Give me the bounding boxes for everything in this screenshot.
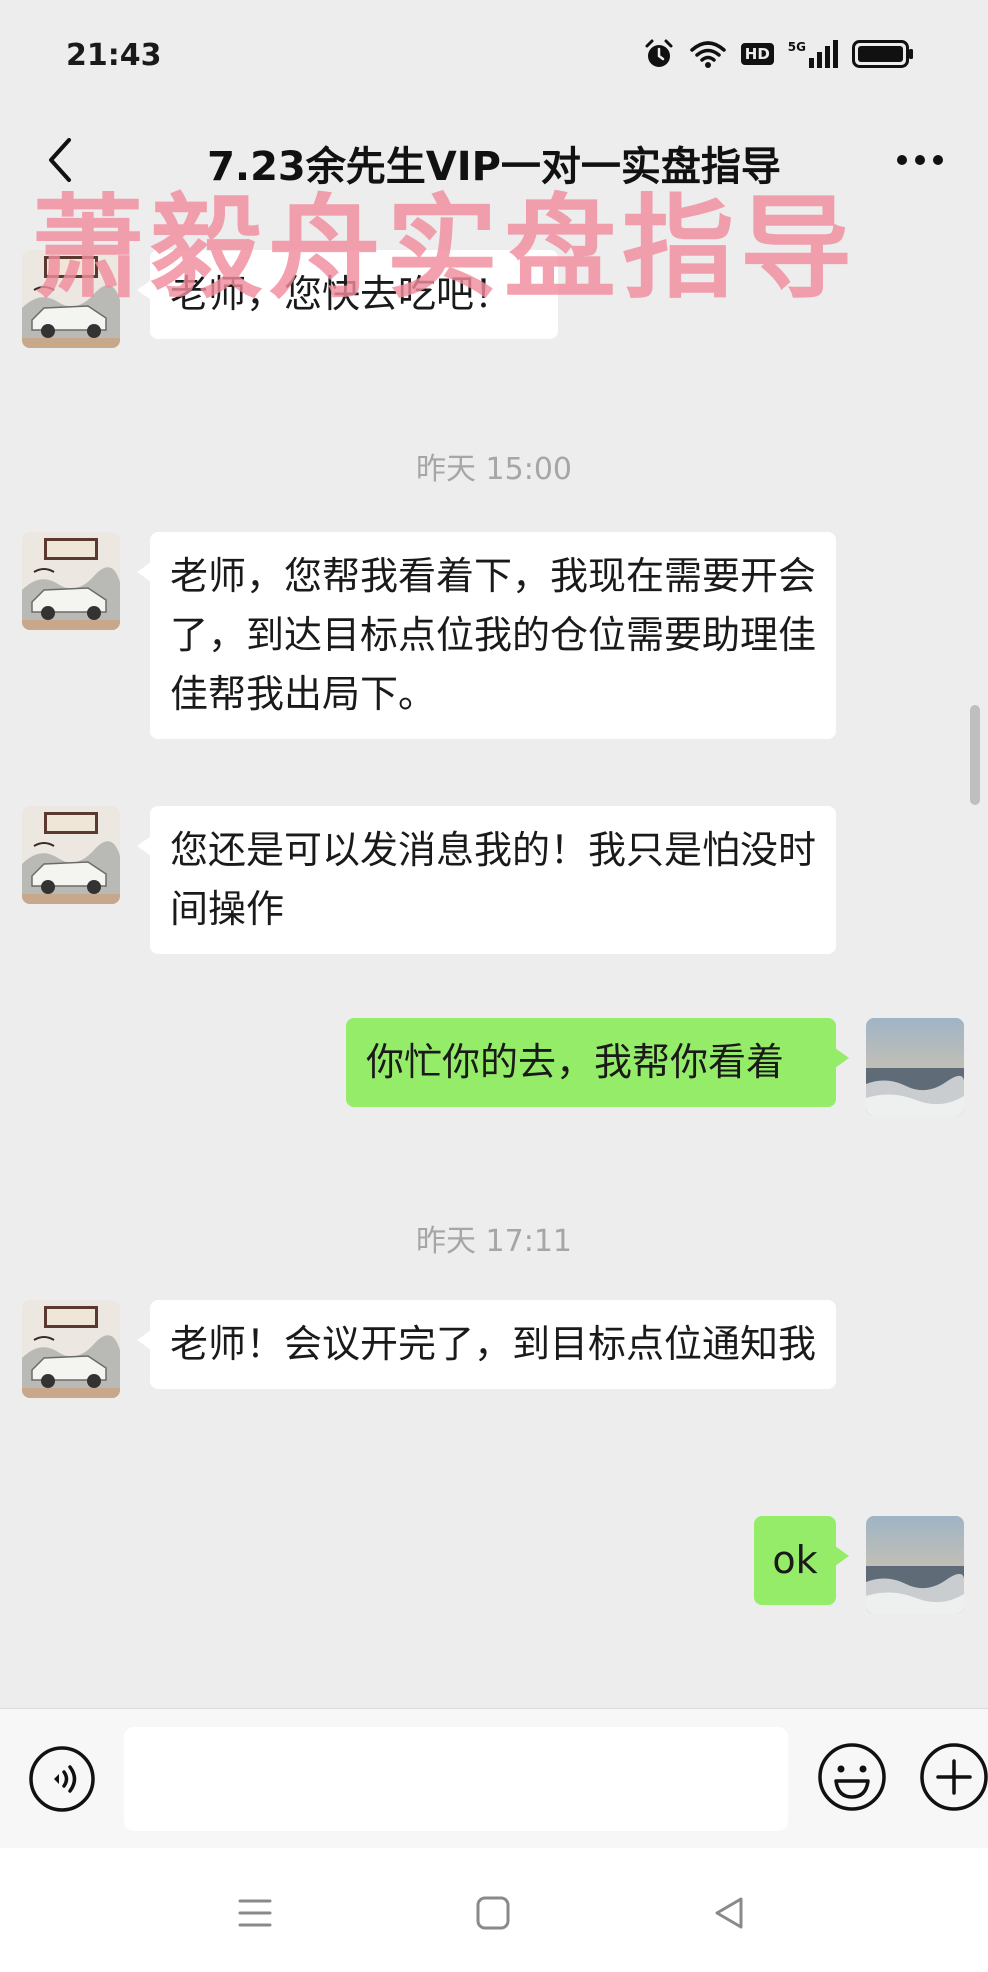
battery-icon: [852, 39, 914, 69]
scrollbar-thumb[interactable]: [970, 705, 980, 805]
home-icon: [476, 1896, 510, 1930]
contact-avatar[interactable]: [22, 250, 120, 348]
status-bar: 21:43 HD 5G: [0, 0, 988, 110]
message-bubble-outgoing[interactable]: ok: [754, 1516, 849, 1605]
contact-avatar[interactable]: [22, 532, 120, 630]
menu-icon: [238, 1899, 272, 1927]
status-icons: HD 5G: [643, 38, 914, 70]
hd-badge: HD: [740, 43, 774, 65]
chat-screen: 21:43 HD 5G 7.23余先生VIP一对一实盘指导 萧毅舟实盘指导 老师…: [0, 0, 988, 1972]
more-dots-icon: [897, 155, 943, 165]
message-timestamp: 昨天 15:00: [416, 452, 572, 487]
back-triangle-icon: [715, 1897, 743, 1929]
network-label: 5G: [787, 40, 806, 54]
plus-icon: [920, 1743, 988, 1811]
message-bubble-incoming[interactable]: 老师，您快去吃吧！: [137, 250, 558, 339]
message-bubble-incoming[interactable]: 老师，您帮我看着下，我现在需要开会了，到达目标点位我的仓位需要助理佳佳帮我出局下…: [137, 532, 836, 739]
my-avatar[interactable]: [866, 1516, 964, 1614]
wifi-icon: [689, 39, 727, 69]
contact-avatar[interactable]: [22, 1300, 120, 1398]
emoji-button[interactable]: [816, 1741, 888, 1813]
alarm-icon: [643, 38, 675, 70]
message-input[interactable]: [124, 1727, 788, 1831]
message-bubble-incoming[interactable]: 您还是可以发消息我的！我只是怕没时间操作: [137, 806, 836, 954]
system-back-button[interactable]: [704, 1888, 754, 1938]
message-timestamp: 昨天 17:11: [416, 1224, 572, 1259]
message-list[interactable]: 老师，您快去吃吧！ 昨天 15:00 老师，您帮我看着下，我现在需要开会了，到达…: [0, 210, 988, 1708]
status-time: 21:43: [66, 38, 162, 73]
more-functions-button[interactable]: [918, 1741, 988, 1813]
chat-title: 7.23余先生VIP一对一实盘指导: [207, 144, 781, 190]
input-bar: [0, 1708, 988, 1848]
message-bubble-incoming[interactable]: 老师！会议开完了，到目标点位通知我: [137, 1300, 836, 1389]
menu-button[interactable]: [230, 1888, 280, 1938]
home-button[interactable]: [468, 1888, 518, 1938]
voice-button[interactable]: [28, 1745, 96, 1813]
message-bubble-outgoing[interactable]: 你忙你的去，我帮你看着: [346, 1018, 849, 1107]
system-navigation-bar: [0, 1848, 988, 1972]
chat-header: 7.23余先生VIP一对一实盘指导: [0, 110, 988, 210]
my-avatar[interactable]: [866, 1018, 964, 1116]
signal-icon: 5G: [788, 40, 838, 68]
contact-avatar[interactable]: [22, 806, 120, 904]
emoji-icon: [818, 1743, 886, 1811]
more-button[interactable]: [892, 132, 948, 188]
voice-icon: [29, 1746, 95, 1812]
